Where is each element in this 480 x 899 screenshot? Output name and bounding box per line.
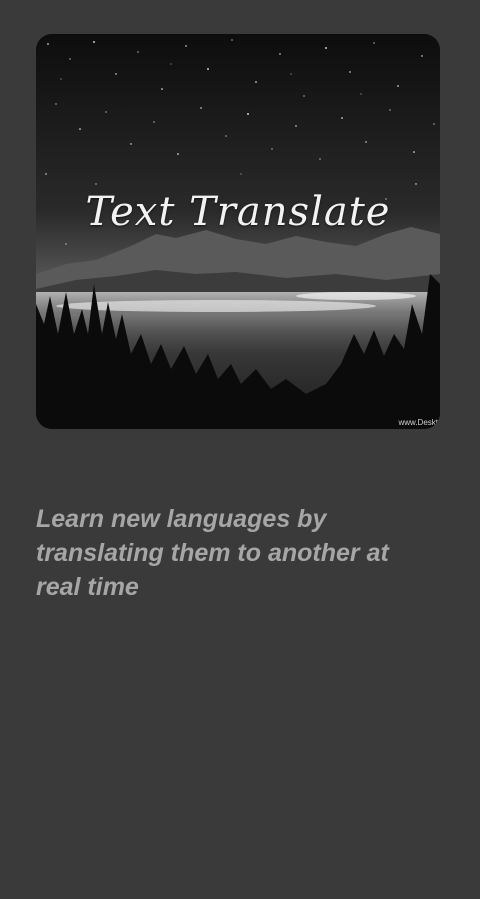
app-screen: Text Translate www.Deskt Learn new langu… <box>0 0 480 899</box>
banner-title: Text Translate <box>85 189 391 235</box>
tagline-text: Learn new languages by translating them … <box>36 505 389 601</box>
app-banner-image: Text Translate www.Deskt <box>36 34 440 429</box>
watermark-text: www.Deskt <box>398 418 438 427</box>
